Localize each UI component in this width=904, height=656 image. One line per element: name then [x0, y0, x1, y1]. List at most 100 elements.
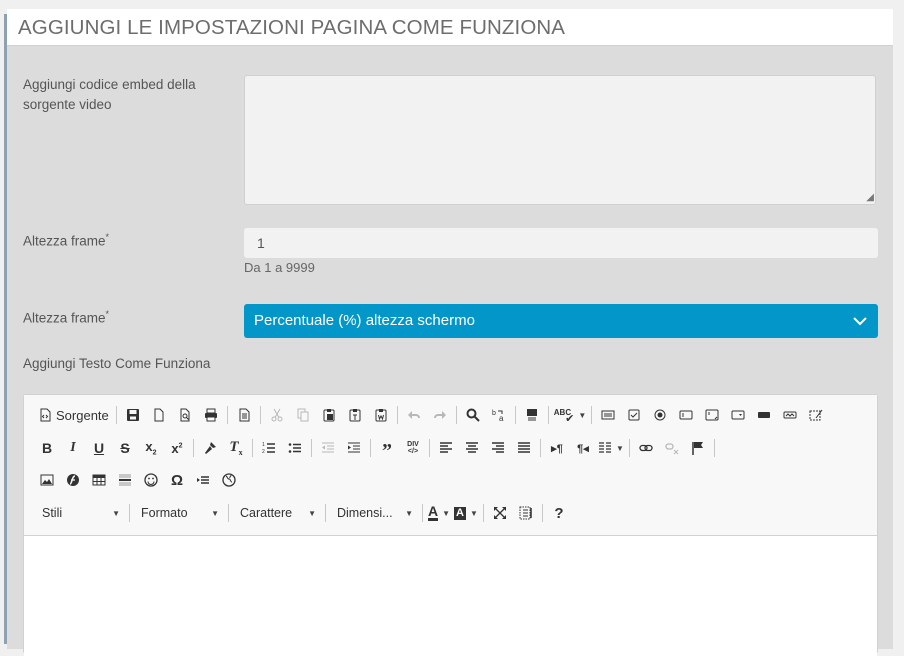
styles-combo[interactable]: Stili ▼ [34, 500, 126, 526]
background-color-button[interactable]: A ▼ [452, 500, 480, 526]
horizontal-rule-button[interactable] [112, 467, 138, 493]
align-center-button[interactable] [459, 435, 485, 461]
page-break-button[interactable] [190, 467, 216, 493]
select-all-button[interactable] [519, 402, 545, 428]
special-char-button[interactable]: Ω [164, 467, 190, 493]
link-button[interactable] [633, 435, 659, 461]
indent-button[interactable] [341, 435, 367, 461]
unlink-button[interactable] [659, 435, 685, 461]
styles-combo-label: Stili [42, 506, 63, 520]
settings-panel: AGGIUNGI LE IMPOSTAZIONI PAGINA COME FUN… [7, 9, 893, 656]
smiley-button[interactable] [138, 467, 164, 493]
flash-button[interactable] [60, 467, 86, 493]
preview-button[interactable] [172, 402, 198, 428]
page-break-icon [196, 473, 210, 487]
textarea-icon [705, 408, 719, 422]
frame-height-input[interactable]: 1 [244, 228, 878, 258]
editor-toolbar: Sorgente ba ABC ✔ ▼ B I U S x2 x2 Tx 1 2… [24, 395, 877, 535]
size-combo[interactable]: Dimensi... ▼ [329, 500, 419, 526]
paste-word-icon [374, 408, 388, 422]
select-field-button[interactable] [725, 402, 751, 428]
iframe-button[interactable] [216, 467, 242, 493]
language-button[interactable]: ▼ [596, 435, 626, 461]
font-combo[interactable]: Carattere ▼ [232, 500, 322, 526]
resize-handle-icon[interactable]: ◢ [866, 193, 874, 203]
image-button[interactable] [34, 467, 60, 493]
table-button[interactable] [86, 467, 112, 493]
frame-unit-select[interactable]: Percentuale (%) altezza schermo [244, 304, 878, 338]
paste-text-button[interactable] [342, 402, 368, 428]
undo-button[interactable] [401, 402, 427, 428]
ltr-button[interactable]: ▸¶ [544, 435, 570, 461]
source-button[interactable]: Sorgente [34, 402, 113, 428]
paste-word-button[interactable] [368, 402, 394, 428]
replace-button[interactable]: ba [486, 402, 512, 428]
radio-button[interactable] [647, 402, 673, 428]
templates-button[interactable] [231, 402, 257, 428]
italic-button[interactable]: I [60, 435, 86, 461]
button-field-button[interactable] [751, 402, 777, 428]
numbered-list-icon: 12 [262, 441, 276, 455]
align-center-icon [465, 441, 479, 455]
textfield-button[interactable] [673, 402, 699, 428]
toolbar-separator [228, 504, 229, 522]
embed-code-textarea[interactable]: ◢ [244, 75, 876, 205]
justify-button[interactable] [511, 435, 537, 461]
checkbox-button[interactable] [621, 402, 647, 428]
templates-icon [237, 408, 251, 422]
toolbar-separator [325, 504, 326, 522]
remove-format-button[interactable]: Tx [223, 435, 249, 461]
new-page-button[interactable] [146, 402, 172, 428]
align-right-button[interactable] [485, 435, 511, 461]
flag-icon [691, 441, 705, 455]
format-combo-label: Formato [141, 506, 188, 520]
form-button[interactable] [595, 402, 621, 428]
blockquote-button[interactable]: ” [374, 435, 400, 461]
save-button[interactable] [120, 402, 146, 428]
text-color-button[interactable]: A ▼ [426, 500, 452, 526]
rtl-icon: ¶◂ [577, 442, 589, 455]
remove-format-icon: Tx [229, 439, 243, 457]
align-left-button[interactable] [433, 435, 459, 461]
strikethrough-button[interactable]: S [112, 435, 138, 461]
copy-format-button[interactable] [197, 435, 223, 461]
horizontal-rule-icon [118, 473, 132, 487]
anchor-button[interactable] [685, 435, 711, 461]
radio-icon [653, 408, 667, 422]
outdent-button[interactable] [315, 435, 341, 461]
underline-button[interactable]: U [86, 435, 112, 461]
print-button[interactable] [198, 402, 224, 428]
bold-button[interactable]: B [34, 435, 60, 461]
superscript-button[interactable]: x2 [164, 435, 190, 461]
help-button[interactable]: ? [546, 500, 572, 526]
format-combo[interactable]: Formato ▼ [133, 500, 225, 526]
table-icon [92, 473, 106, 487]
create-div-button[interactable]: DIV </> [400, 435, 426, 461]
italic-icon: I [70, 440, 76, 455]
hidden-field-button[interactable] [803, 402, 829, 428]
frame-unit-label-text: Altezza frame [23, 310, 106, 326]
redo-button[interactable] [427, 402, 453, 428]
rtl-button[interactable]: ¶◂ [570, 435, 596, 461]
copy-button[interactable] [290, 402, 316, 428]
find-button[interactable] [460, 402, 486, 428]
editor-content-area[interactable] [24, 535, 877, 656]
maximize-button[interactable] [487, 500, 513, 526]
align-left-icon [439, 441, 453, 455]
toolbar-separator [541, 504, 543, 522]
paste-text-icon [348, 408, 362, 422]
cut-button[interactable] [264, 402, 290, 428]
textarea-button[interactable] [699, 402, 725, 428]
numbered-list-button[interactable]: 12 [256, 435, 282, 461]
copy-icon [296, 408, 310, 422]
show-blocks-button[interactable] [513, 500, 539, 526]
embed-code-label-line1: Aggiungi codice embed della [23, 77, 196, 92]
spellcheck-button[interactable]: ABC ✔ ▼ [552, 402, 588, 428]
paste-button[interactable] [316, 402, 342, 428]
image-button-field-button[interactable] [777, 402, 803, 428]
bullet-list-button[interactable] [282, 435, 308, 461]
save-icon [126, 408, 140, 422]
caret-down-icon: ▼ [470, 508, 478, 518]
subscript-button[interactable]: x2 [138, 435, 164, 461]
toolbar-separator [311, 439, 312, 457]
